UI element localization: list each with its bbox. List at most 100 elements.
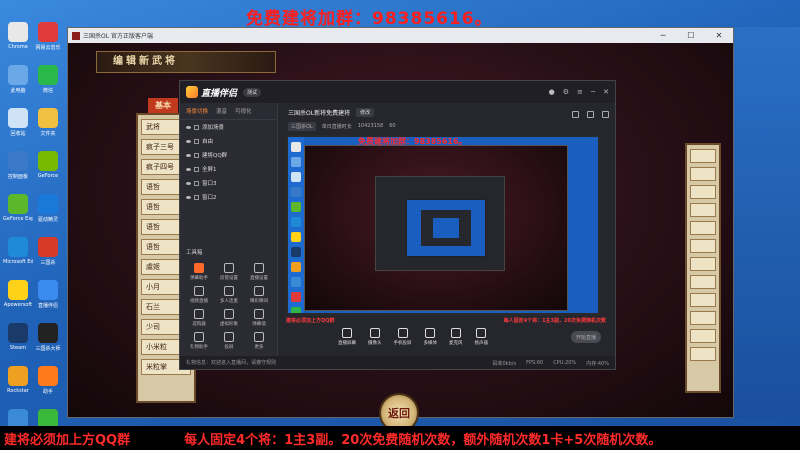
desktop-icons-col2: 网易云音乐微信文件夹GeForce驱动精灵三国杀直播伴侣三国杀大师助手安全中心 — [34, 22, 66, 445]
desktop-icon[interactable]: 三国杀大师 — [34, 323, 62, 359]
overlay-bottom-left: 建将必须加上方QQ群 — [4, 432, 131, 448]
tool-button[interactable]: 精彩瞬间 — [244, 286, 274, 304]
tool-label: 礼物助手 — [190, 345, 208, 350]
settings-icon[interactable]: ⚙ — [563, 88, 569, 96]
avatar-icon[interactable]: ● — [549, 88, 555, 96]
desktop-icon[interactable]: Apowersoft — [4, 280, 32, 316]
minimize-icon[interactable]: ─ — [591, 88, 595, 96]
eye-icon[interactable] — [186, 181, 191, 185]
eye-icon[interactable] — [186, 153, 191, 157]
sidebar-tab[interactable]: 场景切换 — [186, 107, 208, 115]
desktop-icon[interactable]: Rockstar — [4, 366, 32, 402]
stream-preview[interactable]: 免费建将加群：98385616。 — [286, 135, 600, 315]
eye-icon[interactable] — [186, 167, 191, 171]
tool-label: 弹幕墙 — [252, 322, 266, 327]
version-badge[interactable]: 测试 — [243, 87, 262, 97]
desktop-icon[interactable]: 直播伴侣 — [34, 280, 62, 316]
edit-title-button[interactable]: 修改 — [356, 107, 375, 117]
tool-button[interactable]: 弹幕助手 — [184, 263, 214, 281]
stat-item: 内存:40% — [586, 361, 609, 367]
desktop-icon[interactable]: 助手 — [34, 366, 62, 402]
slot[interactable] — [690, 311, 716, 325]
desktop-icon-label: Microsoft Edge — [3, 259, 33, 265]
fullscreen-icon[interactable] — [602, 111, 609, 118]
tool-button[interactable]: 房管设置 — [214, 263, 244, 281]
game-titlebar[interactable]: 三国杀OL 官方正版客户端 ─ ☐ ✕ — [68, 28, 733, 43]
slot[interactable] — [690, 203, 716, 217]
desktop-icon[interactable]: Steam — [4, 323, 32, 359]
slot[interactable] — [690, 239, 716, 253]
tool-button[interactable]: 弹幕墙 — [244, 309, 274, 327]
tool-button[interactable]: 更多 — [244, 332, 274, 350]
desktop-icon[interactable]: 控制面板 — [4, 151, 32, 187]
source-item[interactable]: 窗口2 — [180, 190, 277, 204]
source-control-button[interactable]: 摄像头 — [368, 328, 382, 346]
menu-icon[interactable]: ≡ — [577, 88, 583, 96]
tab-basic[interactable]: 基本 — [148, 98, 178, 113]
slot[interactable] — [690, 347, 716, 361]
slot[interactable] — [690, 257, 716, 271]
stream-meta-item[interactable]: 三国杀OL — [288, 121, 316, 131]
control-icon — [397, 328, 408, 338]
control-label: 直播屏幕 — [338, 341, 356, 346]
desktop-icon[interactable]: 驱动精灵 — [34, 194, 62, 230]
desktop-icon-label: GeForce — [37, 173, 59, 179]
slot[interactable] — [690, 149, 716, 163]
tool-button[interactable]: 礼物助手 — [184, 332, 214, 350]
maximize-icon[interactable]: ☐ — [677, 31, 705, 40]
app-icon — [8, 323, 28, 343]
tool-button[interactable]: 虚拟形象 — [214, 309, 244, 327]
source-item[interactable]: 建将QQ群 — [180, 148, 277, 162]
desktop-icon[interactable]: GeForce Experience — [3, 194, 33, 230]
eye-icon[interactable] — [186, 195, 191, 199]
source-control-button[interactable]: 多媒体 — [424, 328, 437, 346]
slot[interactable] — [690, 329, 716, 343]
slot[interactable] — [690, 167, 716, 181]
source-item[interactable]: 全屏1 — [180, 162, 277, 176]
source-control-button[interactable]: 麦克风 — [449, 328, 463, 346]
desktop-icon[interactable]: 文件夹 — [34, 108, 62, 144]
source-item[interactable]: 窗口3 — [180, 176, 277, 190]
desktop-icon[interactable]: 网易云音乐 — [34, 22, 62, 58]
tool-button[interactable]: 投屏 — [214, 332, 244, 350]
sidebar-tab[interactable]: 可视化 — [235, 107, 252, 115]
slot[interactable] — [690, 293, 716, 307]
close-icon[interactable]: ✕ — [705, 31, 733, 40]
sidebar-tab[interactable]: 混音 — [216, 107, 227, 115]
tool-button[interactable]: 多人连麦 — [214, 286, 244, 304]
desktop-icon[interactable]: GeForce — [34, 151, 62, 187]
source-control-button[interactable]: 扬声器 — [475, 328, 488, 346]
tool-icon — [194, 286, 204, 296]
desktop-icon[interactable]: 三国杀 — [34, 237, 62, 273]
desktop-icon-label: 网易云音乐 — [35, 45, 61, 51]
close-icon[interactable]: ✕ — [603, 88, 609, 96]
tool-button[interactable]: 选购器 — [184, 309, 214, 327]
control-icon — [369, 328, 380, 338]
source-label: 全屏1 — [202, 167, 217, 173]
source-item[interactable]: 添加场景 — [180, 120, 277, 134]
slot[interactable] — [690, 221, 716, 235]
grid-icon[interactable] — [587, 111, 594, 118]
start-live-button[interactable]: 开始直播 — [571, 331, 601, 343]
desktop-icon[interactable]: Microsoft Edge — [3, 237, 33, 273]
desktop-icon[interactable]: 此电脑 — [4, 65, 32, 101]
desktop-icon[interactable]: 回收站 — [4, 108, 32, 144]
eye-icon[interactable] — [186, 139, 191, 143]
source-item[interactable]: 自由 — [180, 134, 277, 148]
eye-icon[interactable] — [186, 125, 191, 129]
pin-icon[interactable] — [572, 111, 579, 118]
minimize-icon[interactable]: ─ — [649, 31, 677, 40]
source-control-button[interactable]: 直播屏幕 — [338, 328, 356, 346]
source-control-button[interactable]: 手机投屏 — [394, 328, 412, 346]
control-icon — [425, 328, 436, 338]
tool-icon — [254, 332, 264, 342]
source-icon — [194, 138, 199, 144]
slot[interactable] — [690, 185, 716, 199]
slot[interactable] — [690, 275, 716, 289]
desktop-icon[interactable]: Chrome — [4, 22, 32, 58]
streamer-app-window[interactable]: 直播伴侣 测试 ● ⚙ ≡ ─ ✕ 场景切换 混音 可视化 添加场景 自由 建将QQ群全… — [179, 80, 616, 370]
tool-button[interactable]: 视频直播 — [184, 286, 214, 304]
desktop-icon[interactable]: 微信 — [34, 65, 62, 101]
tool-button[interactable]: 直播设置 — [244, 263, 274, 281]
preview-desktop-icons — [288, 137, 304, 313]
